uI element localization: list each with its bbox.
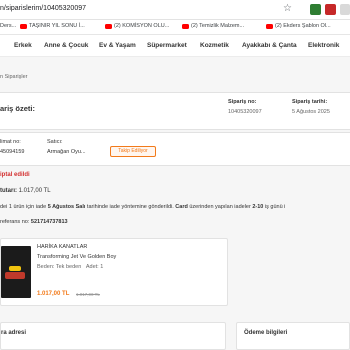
- youtube-icon: [182, 23, 189, 29]
- shipment-no-value: 45094159: [0, 149, 25, 155]
- youtube-icon: [20, 23, 27, 29]
- category-link[interactable]: Süpermarket: [147, 42, 187, 49]
- cancel-status: iptal edildi: [0, 172, 30, 178]
- product-name[interactable]: Transforming Jet Ve Golden Boy: [37, 254, 116, 260]
- refund-note: dei 1 ürün için iade 5 Ağustos Salı tari…: [0, 204, 286, 210]
- delivery-address-card: ra adresi: [0, 322, 226, 350]
- payment-info-title: Ödeme bilgileri: [244, 330, 288, 336]
- order-no-value: 10405320097: [228, 109, 262, 115]
- extension-icon[interactable]: [340, 4, 350, 15]
- product-brand: HARİKA KANATLAR: [37, 244, 88, 250]
- url-field[interactable]: n/siparislerim/10405320097: [0, 5, 86, 12]
- seller-label: Satıcı:: [47, 139, 63, 145]
- refund-amount-line: tutarı: 1.017,00 TL: [0, 188, 51, 194]
- bookmark-item[interactable]: Ders...: [0, 23, 16, 29]
- bookmark-item[interactable]: (2) Temizlik Malzem...: [182, 23, 244, 29]
- seller-name[interactable]: Armağan Oyu...: [47, 149, 86, 155]
- order-no-label: Sipariş no:: [228, 99, 257, 105]
- follow-button[interactable]: Takip Ediliyor: [110, 146, 156, 157]
- order-summary-title: ariş özeti:: [0, 104, 36, 113]
- product-card[interactable]: HARİKA KANATLAR Transforming Jet Ve Gold…: [0, 238, 228, 306]
- category-link[interactable]: Anne & Çocuk: [44, 42, 88, 49]
- bookmarks-bar: Ders... TAŞINIR YIL SONU İ... (2) KOMİSY…: [0, 20, 350, 35]
- extension-icon[interactable]: [310, 4, 321, 15]
- product-image[interactable]: [1, 246, 31, 298]
- category-link[interactable]: Kozmetik: [200, 42, 229, 49]
- bookmark-item[interactable]: TAŞINIR YIL SONU İ...: [20, 23, 85, 29]
- youtube-icon: [266, 23, 273, 29]
- order-date-label: Sipariş tarihi:: [292, 99, 328, 105]
- delivery-address-title: ra adresi: [1, 330, 27, 336]
- bookmark-item[interactable]: (2) Ekders Şablon Ol...: [266, 23, 331, 29]
- shipment-no-label: limat no:: [0, 139, 21, 145]
- bookmark-item[interactable]: (2) KOMİSYON OLU...: [105, 23, 169, 29]
- reference-number: referans no: 521714737813: [0, 219, 68, 225]
- youtube-icon: [105, 23, 112, 29]
- product-old-price: 1.017,00 TL: [76, 292, 100, 297]
- order-date-value: 5 Ağustos 2025: [292, 109, 330, 115]
- payment-info-card: Ödeme bilgileri: [236, 322, 350, 350]
- product-price: 1.017,00 TL: [37, 291, 70, 297]
- product-variant: Beden: Tek beden Adet: 1: [37, 264, 104, 270]
- category-link[interactable]: Ayakkabı & Çanta: [242, 42, 297, 49]
- category-link[interactable]: Erkek: [14, 42, 32, 49]
- bookmark-star-icon[interactable]: ☆: [283, 3, 292, 14]
- extension-icon[interactable]: [325, 4, 336, 15]
- category-link[interactable]: Ev & Yaşam: [99, 42, 136, 49]
- browser-address-bar: n/siparislerim/10405320097 ☆: [0, 0, 350, 20]
- breadcrumb[interactable]: n Siparişler: [0, 74, 28, 80]
- category-link[interactable]: Elektronik: [308, 42, 339, 49]
- category-nav: Erkek Anne & Çocuk Ev & Yaşam Süpermarke…: [0, 35, 350, 57]
